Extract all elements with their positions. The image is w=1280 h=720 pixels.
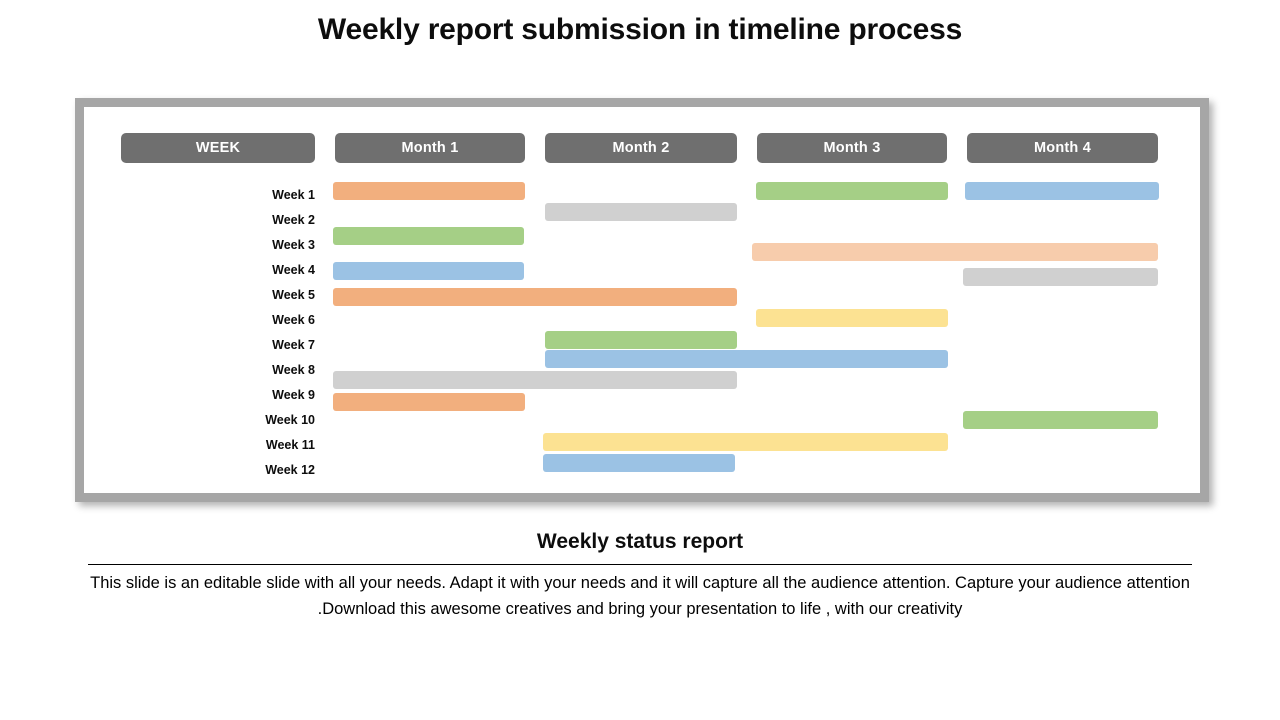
gantt-bar-week-5-1: [333, 262, 524, 280]
column-header-month-1: Month 1: [335, 133, 525, 163]
gantt-bar-week-12-1: [543, 433, 948, 451]
gantt-bar-week-12-2: [543, 454, 735, 472]
gantt-bar-week-1-2: [756, 182, 948, 200]
gantt-bar-week-1-3: [965, 182, 1159, 200]
week-label-1: Week 1: [272, 188, 315, 202]
column-header-month-2: Month 2: [545, 133, 737, 163]
footer-caption: This slide is an editable slide with all…: [90, 574, 1190, 618]
column-header-label: Month 3: [823, 140, 881, 156]
gantt-bar-week-1-1: [333, 182, 525, 200]
footer-divider: [88, 564, 1192, 565]
week-label-6: Week 6: [272, 313, 315, 327]
column-header-month-3: Month 3: [757, 133, 947, 163]
week-label-8: Week 8: [272, 363, 315, 377]
week-label-7: Week 7: [272, 338, 315, 352]
gantt-bar-week-6-1: [333, 288, 737, 306]
column-header-week: WEEK: [121, 133, 315, 163]
week-label-10: Week 10: [265, 413, 315, 427]
column-header-month-4: Month 4: [967, 133, 1158, 163]
gantt-bar-week-4-1: [752, 243, 1158, 261]
column-header-label: WEEK: [195, 140, 241, 156]
week-label-9: Week 9: [272, 388, 315, 402]
week-label-11: Week 11: [265, 438, 315, 452]
gantt-bar-week-7-1: [756, 309, 948, 327]
gantt-bar-week-11-2: [963, 411, 1158, 429]
week-label-12: Week 12: [265, 463, 315, 477]
gantt-bar-week-8-1: [545, 331, 737, 349]
page-title: Weekly report submission in timeline pro…: [317, 13, 963, 46]
week-label-5: Week 5: [272, 288, 315, 302]
week-label-4: Week 4: [272, 263, 315, 277]
gantt-bar-week-2-1: [545, 203, 737, 221]
gantt-bar-week-9-1: [545, 350, 948, 368]
footer-heading: Weekly status report: [536, 530, 744, 553]
week-label-3: Week 3: [272, 238, 315, 252]
column-header-label: Month 1: [401, 140, 459, 156]
gantt-bar-week-10-1: [333, 371, 737, 389]
gantt-bar-week-5-2: [963, 268, 1158, 286]
column-header-label: Month 4: [1034, 140, 1091, 156]
gantt-bar-week-3-1: [333, 227, 524, 245]
week-label-2: Week 2: [272, 213, 315, 227]
column-header-label: Month 2: [612, 140, 670, 156]
gantt-bar-week-11-1: [333, 393, 525, 411]
